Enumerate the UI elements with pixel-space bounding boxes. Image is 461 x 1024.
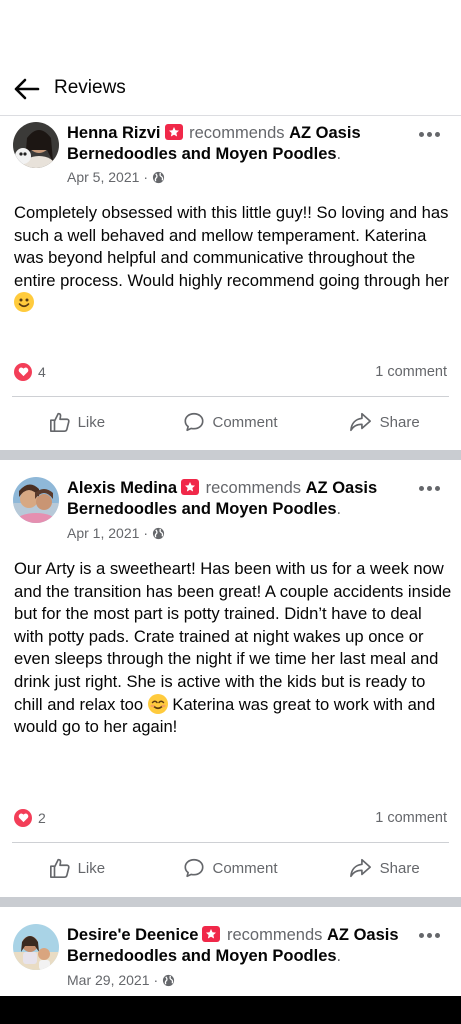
system-navigation-bar bbox=[0, 996, 461, 1024]
globe-icon bbox=[163, 974, 175, 986]
post-separator bbox=[0, 897, 461, 907]
avatar[interactable] bbox=[13, 477, 59, 523]
recommends-badge-icon bbox=[164, 124, 183, 140]
post-header-text: Desire'e Deenice recommends AZ Oasis Ber… bbox=[67, 926, 399, 965]
author-name[interactable]: Henna Rizvi bbox=[67, 124, 161, 142]
reaction-summary[interactable]: 2 bbox=[14, 809, 46, 827]
post-date[interactable]: Apr 1, 2021 bbox=[67, 525, 139, 541]
recommends-text: recommends bbox=[189, 124, 285, 142]
post-meta: Apr 1, 2021 · bbox=[67, 525, 165, 541]
smiling-emoji-icon bbox=[147, 693, 168, 714]
comment-count[interactable]: 1 comment bbox=[375, 364, 447, 380]
recommends-badge-icon bbox=[181, 479, 200, 495]
post-date[interactable]: Apr 5, 2021 bbox=[67, 169, 139, 185]
globe-icon bbox=[152, 527, 165, 539]
post-meta: Apr 5, 2021 · bbox=[67, 169, 165, 185]
post-actions: Like Comment Share bbox=[0, 846, 461, 890]
like-button[interactable]: Like bbox=[0, 846, 154, 890]
reaction-summary[interactable]: 4 bbox=[14, 363, 46, 381]
review-post: Henna Rizvi recommends AZ Oasis Bernedoo… bbox=[0, 117, 461, 450]
avatar[interactable] bbox=[13, 122, 59, 168]
like-button[interactable]: Like bbox=[0, 400, 154, 444]
more-options-icon[interactable] bbox=[417, 928, 441, 942]
comment-label: Comment bbox=[212, 413, 278, 431]
back-arrow-icon[interactable] bbox=[12, 74, 42, 104]
recommends-text: recommends bbox=[227, 926, 323, 944]
comment-button[interactable]: Comment bbox=[154, 846, 308, 890]
post-separator bbox=[0, 450, 461, 460]
love-reaction-icon bbox=[14, 809, 32, 827]
share-button[interactable]: Share bbox=[307, 400, 461, 444]
like-label: Like bbox=[77, 859, 106, 877]
comment-count[interactable]: 1 comment bbox=[375, 810, 447, 826]
share-button[interactable]: Share bbox=[307, 846, 461, 890]
more-options-icon[interactable] bbox=[417, 127, 441, 141]
reaction-count: 2 bbox=[38, 810, 46, 826]
smiley-emoji-icon bbox=[14, 292, 34, 313]
comment-bubble-icon bbox=[184, 858, 205, 878]
page-title: Reviews bbox=[54, 77, 126, 98]
post-date[interactable]: Mar 29, 2021 bbox=[67, 972, 150, 988]
top-bar: Reviews bbox=[0, 0, 461, 116]
post-meta: Mar 29, 2021 · bbox=[67, 972, 175, 988]
recommends-text: recommends bbox=[205, 479, 302, 497]
comment-label: Comment bbox=[212, 859, 278, 877]
review-text: Our Arty is a sweetheart! Has been with … bbox=[14, 559, 452, 737]
divider bbox=[12, 842, 449, 843]
share-label: Share bbox=[379, 413, 420, 431]
review-text: Completely obsessed with this little guy… bbox=[14, 202, 454, 315]
globe-icon bbox=[152, 171, 165, 183]
reaction-count: 4 bbox=[38, 364, 46, 380]
comment-bubble-icon bbox=[184, 412, 205, 432]
share-arrow-icon bbox=[349, 412, 371, 432]
divider bbox=[12, 396, 449, 397]
author-name[interactable]: Alexis Medina bbox=[67, 479, 177, 497]
comment-button[interactable]: Comment bbox=[154, 400, 308, 444]
post-header-text: Alexis Medina recommends AZ Oasis Berned… bbox=[67, 479, 378, 518]
review-post: Desire'e Deenice recommends AZ Oasis Ber… bbox=[0, 907, 461, 996]
more-options-icon[interactable] bbox=[417, 481, 441, 495]
author-name[interactable]: Desire'e Deenice bbox=[67, 926, 198, 944]
post-actions: Like Comment Share bbox=[0, 400, 461, 444]
avatar[interactable] bbox=[13, 924, 59, 970]
love-reaction-icon bbox=[14, 363, 32, 381]
like-label: Like bbox=[77, 413, 106, 431]
share-arrow-icon bbox=[349, 858, 371, 878]
recommends-badge-icon bbox=[202, 926, 221, 942]
post-header-text: Henna Rizvi recommends AZ Oasis Bernedoo… bbox=[67, 124, 361, 163]
share-label: Share bbox=[379, 859, 420, 877]
thumbs-up-icon bbox=[49, 412, 70, 432]
review-post: Alexis Medina recommends AZ Oasis Berned… bbox=[0, 460, 461, 897]
thumbs-up-icon bbox=[49, 858, 70, 878]
